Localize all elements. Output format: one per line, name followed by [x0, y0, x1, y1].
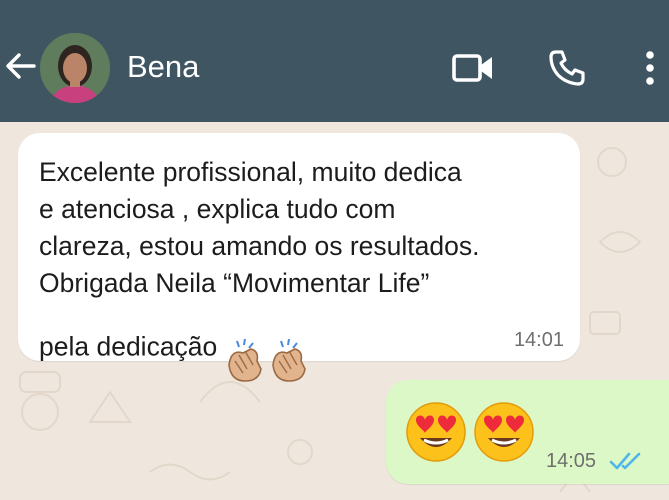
message-time: 14:05	[546, 450, 597, 472]
video-call-icon[interactable]	[450, 48, 496, 88]
heart-eyes-emoji-icon	[404, 400, 536, 464]
incoming-message-bubble[interactable]: Excelente profissional, muito dedica e a…	[18, 133, 580, 382]
clapping-hands-icon	[225, 302, 313, 395]
read-receipt-double-check-icon	[609, 450, 643, 477]
chat-header: Bena	[0, 0, 669, 122]
chat-area[interactable]: Excelente profissional, muito dedica e a…	[0, 122, 669, 500]
outgoing-message-bubble[interactable]: 14:05	[386, 380, 669, 484]
more-vert-icon[interactable]	[638, 46, 662, 90]
contact-name[interactable]: Bena	[127, 47, 199, 87]
phone-icon[interactable]	[545, 46, 589, 90]
message-time: 14:01	[513, 329, 564, 351]
message-text: Excelente profissional, muito dedica e a…	[39, 154, 558, 395]
back-arrow-icon[interactable]	[2, 48, 38, 84]
avatar[interactable]	[40, 33, 110, 103]
